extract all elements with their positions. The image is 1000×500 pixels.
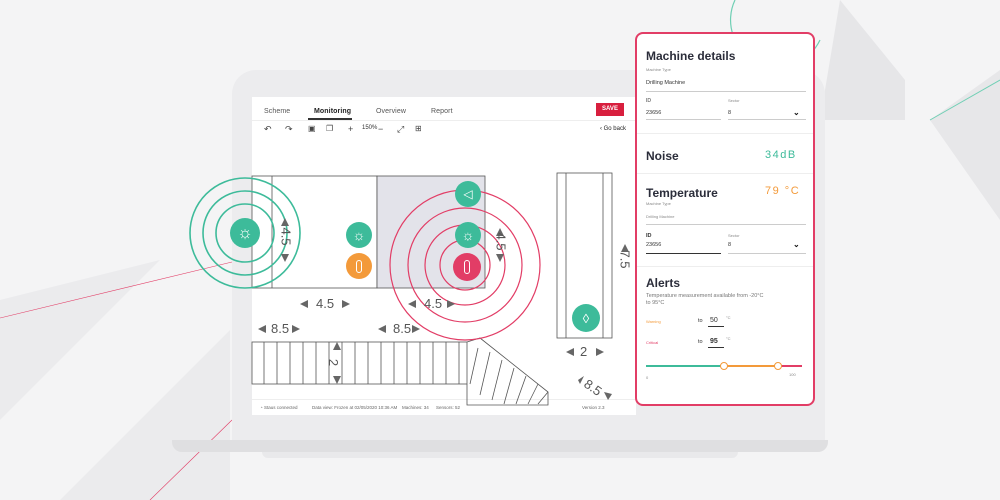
machine-type-caption: Machine Type <box>646 67 671 72</box>
go-back-link[interactable]: ‹ Go back <box>600 126 626 132</box>
temperature-sector-underline <box>728 253 806 254</box>
temperature-machine-type-caption: Machine Type <box>646 201 671 206</box>
status-data-view: Data view: Frozen at 02/05/2020 10:36 AM <box>312 405 398 410</box>
tab-overview[interactable]: Overview <box>376 108 406 115</box>
warning-slider-handle[interactable] <box>720 362 728 370</box>
id-field[interactable]: 23656 <box>646 110 661 116</box>
speaker-sensor-icon[interactable]: ◁ <box>455 181 481 207</box>
warning-threshold-input[interactable]: 50 <box>710 317 718 324</box>
app-window: Scheme Monitoring Overview Report SAVE ↶… <box>252 97 636 415</box>
tab-monitoring[interactable]: Monitoring <box>314 108 351 115</box>
dimension-label: 4.5 <box>493 232 509 251</box>
save-button[interactable]: SAVE <box>596 103 624 116</box>
thermometer-sensor-icon[interactable] <box>453 253 481 281</box>
temperature-id-field[interactable]: 23656 <box>646 242 661 248</box>
status-bar: ◔ Staus connected Data view: Frozen at 0… <box>252 399 636 415</box>
tab-report[interactable]: Report <box>431 108 453 115</box>
status-machines: Machines: 34 <box>402 405 429 410</box>
warning-input-underline <box>708 326 724 327</box>
noise-value: 34dB <box>765 149 797 161</box>
temperature-type-underline <box>646 224 806 225</box>
status-connection: ◔ Staus connected <box>260 405 298 410</box>
threshold-slider[interactable] <box>646 362 802 370</box>
temperature-sector-label: Sector <box>728 233 740 238</box>
chevron-down-icon[interactable]: ⌄ <box>793 240 800 249</box>
copy-icon[interactable]: ❐ <box>326 124 333 134</box>
warning-label: Warning <box>646 319 661 324</box>
toolbar: ↶ ↷ ▣ ❐ + 150% − ⤢ ⊞ ‹ Go back <box>252 121 636 139</box>
dimension-label: 4.5 <box>316 296 335 311</box>
divider <box>637 173 813 174</box>
machine-details-title: Machine details <box>646 49 736 63</box>
go-back-label: Go back <box>603 126 626 132</box>
alerts-description: Temperature measurement available from -… <box>646 293 764 306</box>
temperature-title: Temperature <box>646 186 718 200</box>
slider-warning-range <box>724 365 778 367</box>
zoom-out-icon[interactable]: − <box>378 124 383 134</box>
dimension-label: 2 <box>326 358 342 367</box>
status-sensors: Sensors: 52 <box>436 405 461 410</box>
water-drop-sensor-icon[interactable]: ◊ <box>572 304 600 332</box>
divider <box>637 266 813 267</box>
dimension-label: 4.5 <box>424 296 443 311</box>
save-file-icon[interactable]: ▣ <box>308 124 316 134</box>
zoom-level: 150% <box>362 125 378 131</box>
dimension-label: 8.5 <box>271 321 290 336</box>
details-panel: Machine details Machine Type Drilling Ma… <box>635 32 815 406</box>
active-tab-indicator <box>308 118 352 120</box>
chevron-down-icon[interactable]: ⌄ <box>793 108 800 117</box>
sun-sensor-icon[interactable]: ☼ <box>230 218 260 248</box>
divider <box>637 133 813 134</box>
temperature-id-underline <box>646 253 721 254</box>
sun-sensor-icon[interactable]: ☼ <box>346 222 372 248</box>
dimension-label: 7.5 <box>617 250 633 269</box>
machine-type-underline <box>646 91 806 92</box>
critical-input-underline <box>708 347 724 348</box>
zoom-in-icon[interactable]: + <box>348 124 353 134</box>
critical-slider-handle[interactable] <box>774 362 782 370</box>
status-connection-label: Staus connected <box>263 405 298 410</box>
dimension-label: 8.5 <box>393 321 412 336</box>
id-underline <box>646 119 721 120</box>
noise-title: Noise <box>646 149 679 163</box>
critical-unit: °C <box>726 336 731 341</box>
slider-min-label: 0 <box>646 375 649 380</box>
thermometer-sensor-icon[interactable] <box>346 253 372 279</box>
undo-icon[interactable]: ↶ <box>264 124 272 134</box>
temperature-machine-type-value[interactable]: Drilling Machine <box>646 214 674 219</box>
laptop-shadow <box>262 452 738 458</box>
status-version: Version 2.3 <box>582 405 605 410</box>
sector-underline <box>728 119 806 120</box>
critical-to: to <box>698 339 703 345</box>
critical-threshold-input[interactable]: 95 <box>710 338 718 345</box>
tab-bar: Scheme Monitoring Overview Report SAVE <box>252 97 636 121</box>
id-label: ID <box>646 98 651 104</box>
slider-ok-range <box>646 365 724 367</box>
slider-max-label: 100 <box>789 372 796 377</box>
warning-unit: °C <box>726 315 731 320</box>
sector-label: Sector <box>728 98 740 103</box>
temperature-id-label: ID <box>646 233 652 239</box>
fullscreen-icon[interactable]: ⤢ <box>397 124 404 134</box>
machine-type-value[interactable]: Drilling Machine <box>646 80 685 86</box>
dimension-label: 2 <box>580 344 588 359</box>
sector-select[interactable]: 8 <box>728 110 731 116</box>
grid-icon[interactable]: ⊞ <box>415 124 422 134</box>
temperature-value: 79 °C <box>765 185 801 197</box>
critical-label: Critical <box>646 340 659 345</box>
sun-sensor-icon[interactable]: ☼ <box>455 222 481 248</box>
redo-icon[interactable]: ↷ <box>285 124 293 134</box>
temperature-sector-select[interactable]: 8 <box>728 242 731 248</box>
alerts-title: Alerts <box>646 276 681 290</box>
warning-to: to <box>698 318 703 324</box>
tab-scheme[interactable]: Scheme <box>264 108 290 115</box>
dimension-label: 4.5 <box>278 227 294 246</box>
laptop-base <box>172 440 828 452</box>
